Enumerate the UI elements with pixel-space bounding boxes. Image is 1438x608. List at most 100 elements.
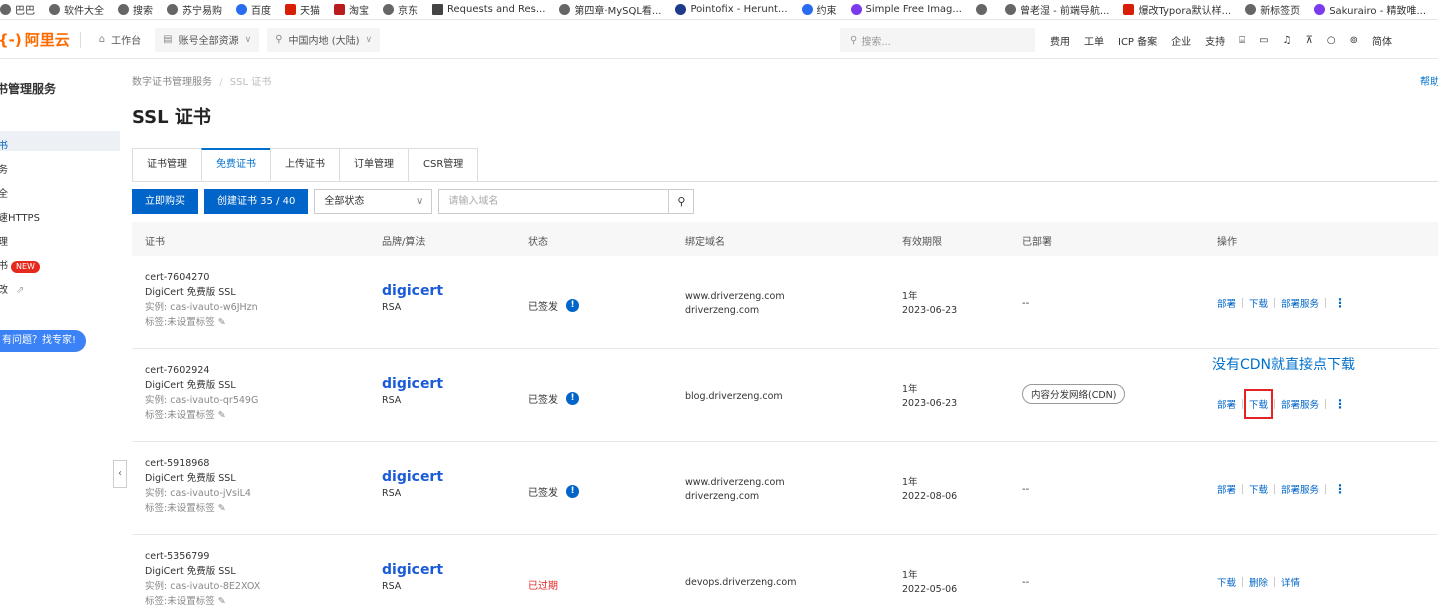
app-icon: [675, 4, 687, 15]
global-search-input[interactable]: ⚲ 搜索...: [840, 28, 1035, 52]
bookmark-item[interactable]: 第四章·MySQL看...: [559, 2, 661, 17]
bookmark-item[interactable]: Requests and Res...: [432, 4, 545, 15]
sidebar: 书管理服务 书 务 全 速HTTPS 理 书 NEW 改 ⇗ 有问题？找专家! ‹: [0, 60, 127, 608]
tab-upload-cert[interactable]: 上传证书: [270, 148, 339, 182]
op-link[interactable]: 部署: [1217, 482, 1236, 496]
col-validity: 有效期限: [902, 237, 942, 248]
tab-free-cert[interactable]: 免费证书: [201, 148, 270, 182]
sidebar-item-security[interactable]: 全: [0, 185, 8, 200]
cert-name: DigiCert 免费版 SSL: [145, 473, 236, 484]
edit-icon[interactable]: ✎: [218, 410, 226, 421]
bookmark-item[interactable]: Sakurairo - 精致唯...: [1314, 2, 1426, 17]
bookmark-item[interactable]: 苏宁易购: [167, 2, 222, 17]
buy-now-button[interactable]: 立即购买: [132, 189, 198, 214]
bulb-icon[interactable]: ○: [1327, 35, 1336, 46]
info-icon[interactable]: !: [566, 485, 579, 498]
sidebar-item-manage[interactable]: 理: [0, 233, 8, 248]
cert-tag[interactable]: 标签:未设置标签 ✎: [145, 315, 258, 330]
info-icon[interactable]: !: [566, 392, 579, 405]
bookmark-item[interactable]: 约束: [801, 2, 837, 17]
ask-expert-button[interactable]: 有问题？找专家!: [0, 330, 86, 352]
more-icon[interactable]: ⋮: [1334, 482, 1346, 496]
sidebar-item-modify[interactable]: 改 ⇗: [0, 281, 24, 296]
bookmark-item[interactable]: 曾老湿 - 前端导航...: [1004, 2, 1109, 17]
op-link[interactable]: 详情: [1281, 575, 1300, 589]
bookmark-item[interactable]: 爆改Typora默认样...: [1123, 2, 1231, 17]
taobao-icon: [334, 4, 345, 15]
bookmark-item[interactable]: [975, 4, 991, 15]
op-link[interactable]: 删除: [1249, 575, 1268, 589]
domain-cell: www.driverzeng.com driverzeng.com: [685, 476, 785, 504]
region-dropdown[interactable]: ⚲ 中国内地 (大陆) ∨: [267, 27, 381, 52]
help-icon[interactable]: ⊚: [1350, 35, 1358, 46]
op-link[interactable]: 部署服务: [1281, 482, 1319, 496]
bookmark-item[interactable]: 新标签页: [1245, 2, 1300, 17]
bookmark-item[interactable]: Simple Free Imag...: [850, 4, 962, 15]
bookmark-item[interactable]: 巴巴: [0, 2, 35, 17]
cert-instance[interactable]: 实例: cas-ivauto-w6JHzn: [145, 300, 258, 315]
tab-cert-manage[interactable]: 证书管理: [132, 148, 201, 182]
console-topbar: {-) 阿里云 ⌂ 工作台 ▤ 账号全部资源 ∨ ⚲ 中国内地 (大陆) ∨ ⚲ 搜索... …: [0, 21, 1438, 59]
domain-text: blog.driverzeng.com: [685, 391, 783, 402]
cert-instance[interactable]: 实例: cas-ivauto-8E2XOX: [145, 579, 260, 594]
bookmark-item[interactable]: 天猫: [285, 2, 320, 17]
link-enterprise[interactable]: 企业: [1171, 33, 1191, 48]
breadcrumb-root[interactable]: 数字证书管理服务: [132, 77, 212, 88]
validity-cell: 1年 2022-05-06: [902, 569, 957, 597]
bookmark-item[interactable]: 软件大全: [49, 2, 104, 17]
cert-tag[interactable]: 标签:未设置标签 ✎: [145, 501, 251, 516]
bookmark-item[interactable]: 搜索: [118, 2, 153, 17]
link-fees[interactable]: 费用: [1050, 33, 1070, 48]
more-icon[interactable]: ⋮: [1334, 397, 1346, 411]
edit-icon[interactable]: ✎: [218, 596, 226, 607]
status-select[interactable]: 全部状态 ∨: [314, 189, 433, 214]
link-support[interactable]: 支持: [1205, 33, 1225, 48]
algo-text: RSA: [382, 302, 402, 313]
console-icon[interactable]: ▭: [1259, 35, 1268, 46]
algo-text: RSA: [382, 395, 402, 406]
search-button[interactable]: ⚲: [668, 189, 695, 214]
language-switch[interactable]: 简体: [1372, 33, 1392, 48]
link-icp[interactable]: ICP 备案: [1118, 33, 1157, 48]
help-link[interactable]: 帮助: [1420, 73, 1438, 88]
bell-icon[interactable]: ♫: [1283, 35, 1292, 46]
edit-icon[interactable]: ✎: [218, 503, 226, 514]
edit-icon[interactable]: ✎: [218, 317, 226, 328]
cert-tag[interactable]: 标签:未设置标签 ✎: [145, 408, 258, 423]
bookmark-item[interactable]: 京东: [383, 2, 418, 17]
cert-instance[interactable]: 实例: cas-ivauto-jVsiL4: [145, 486, 251, 501]
sidebar-item-new[interactable]: 书 NEW: [0, 257, 40, 273]
op-link[interactable]: 下载: [1217, 575, 1236, 589]
bookmark-item[interactable]: Pointofix - Herunt...: [675, 4, 788, 15]
tab-csr-manage[interactable]: CSR管理: [408, 148, 479, 182]
more-icon[interactable]: ⋮: [1334, 296, 1346, 310]
create-cert-button[interactable]: 创建证书 35 / 40: [204, 189, 309, 214]
bookmark-item[interactable]: 淘宝: [334, 2, 369, 17]
op-link[interactable]: 部署服务: [1281, 296, 1319, 310]
sidebar-item-https[interactable]: 速HTTPS: [0, 209, 40, 224]
op-link[interactable]: 部署: [1217, 397, 1236, 411]
op-link[interactable]: 下载: [1244, 389, 1274, 419]
s-icon: [850, 4, 862, 15]
aliyun-logo[interactable]: {-) 阿里云: [0, 29, 70, 50]
link-ticket[interactable]: 工单: [1084, 33, 1104, 48]
actions-cell: 部署 下载 部署服务 ⋮: [1217, 389, 1346, 419]
op-link[interactable]: 下载: [1249, 482, 1268, 496]
bookmark-item[interactable]: 百度: [236, 2, 271, 17]
cart-icon[interactable]: ⊼: [1306, 35, 1313, 46]
status-text: 已签发: [528, 488, 558, 499]
cert-tag[interactable]: 标签:未设置标签 ✎: [145, 594, 260, 608]
cert-instance[interactable]: 实例: cas-ivauto-qr549G: [145, 393, 258, 408]
workbench-button[interactable]: ⌂ 工作台: [91, 28, 149, 52]
cloud-shell-icon[interactable]: ⌸: [1239, 35, 1245, 46]
sidebar-item-ssl[interactable]: 书: [0, 137, 8, 152]
op-link[interactable]: 下载: [1249, 296, 1268, 310]
info-icon[interactable]: !: [566, 299, 579, 312]
op-link[interactable]: 部署服务: [1281, 397, 1319, 411]
domain-search-input[interactable]: 请输入域名: [438, 189, 669, 214]
globe-icon: [559, 4, 571, 15]
op-link[interactable]: 部署: [1217, 296, 1236, 310]
sidebar-item-service[interactable]: 务: [0, 161, 8, 176]
tab-order-manage[interactable]: 订单管理: [339, 148, 408, 182]
resources-dropdown[interactable]: ▤ 账号全部资源 ∨: [155, 27, 260, 52]
